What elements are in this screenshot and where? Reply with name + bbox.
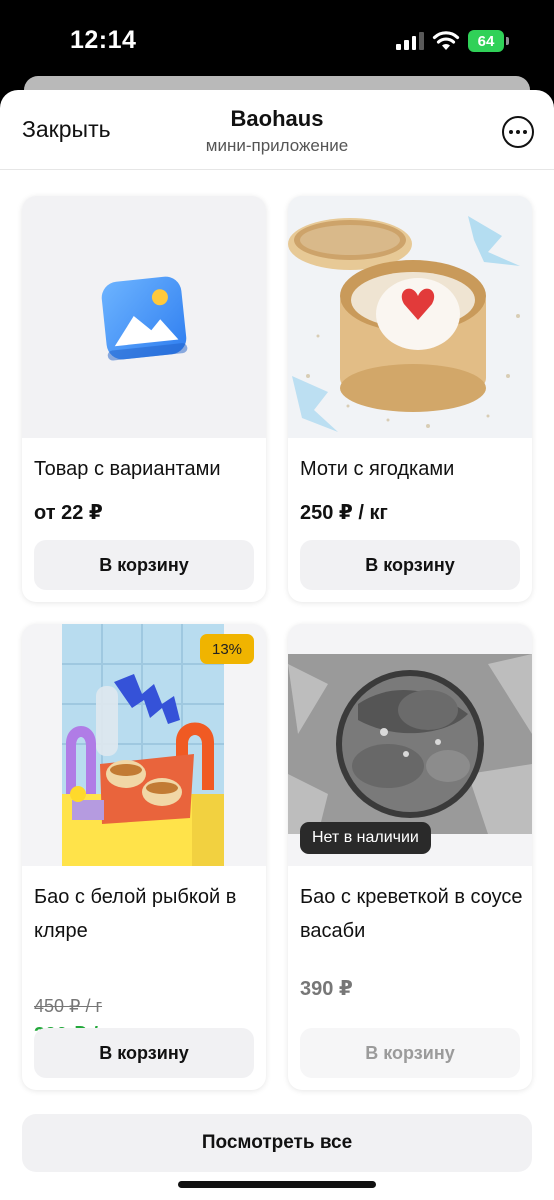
mini-app-sheet: Закрыть Baohaus мини-приложение Товар с …: [0, 90, 554, 1200]
add-to-cart-button[interactable]: В корзину: [34, 1028, 254, 1078]
product-price: от 22 ₽: [34, 502, 103, 524]
product-card[interactable]: Моти с ягодками 250 ₽ / кг В корзину: [288, 196, 532, 602]
app-subtitle: мини-приложение: [205, 136, 349, 155]
sheet-header: Закрыть Baohaus мини-приложение: [0, 90, 554, 170]
status-bar: 12:14 64: [0, 0, 554, 80]
product-image: [288, 196, 532, 438]
add-to-cart-button[interactable]: В корзину: [300, 540, 520, 590]
product-card[interactable]: Нет в наличии Бао с креветкой в соусе ва…: [288, 624, 532, 1090]
wifi-icon: [432, 31, 460, 50]
product-name: Моти с ягодками: [300, 458, 455, 480]
product-card[interactable]: Товар с вариантами от 22 ₽ В корзину: [22, 196, 266, 602]
product-price: 250 ₽ / кг: [300, 502, 388, 524]
product-name: Бао с белой рыбкой в кляре: [34, 886, 237, 942]
mochi-steamer-photo: [288, 196, 532, 438]
product-image: 13%: [22, 624, 266, 866]
add-to-cart-button[interactable]: В корзину: [34, 540, 254, 590]
cellular-signal-icon: [396, 32, 424, 50]
placeholder-image-icon: [101, 276, 188, 361]
status-time: 12:14: [70, 26, 137, 54]
view-all-button[interactable]: Посмотреть все: [22, 1114, 532, 1172]
battery-level: 64: [468, 30, 504, 52]
battery-icon: 64: [468, 30, 510, 52]
add-to-cart-button-disabled[interactable]: В корзину: [300, 1028, 520, 1078]
product-image: [22, 196, 266, 438]
out-of-stock-badge: Нет в наличии: [300, 822, 431, 854]
product-card[interactable]: 13% Бао с белой рыбкой в кляре 450 ₽ / г…: [22, 624, 266, 1090]
product-price: 390 ₽: [300, 978, 353, 1000]
app-title: Baohaus: [230, 106, 324, 131]
ellipsis-circle-icon[interactable]: [502, 116, 534, 148]
discount-badge: 13%: [200, 634, 254, 664]
product-image: Нет в наличии: [288, 624, 532, 866]
home-indicator: [178, 1181, 376, 1188]
old-price: 450 ₽ / г: [34, 996, 103, 1016]
product-name: Бао с креветкой в соусе васаби: [300, 886, 523, 942]
product-name: Товар с вариантами: [34, 458, 221, 480]
